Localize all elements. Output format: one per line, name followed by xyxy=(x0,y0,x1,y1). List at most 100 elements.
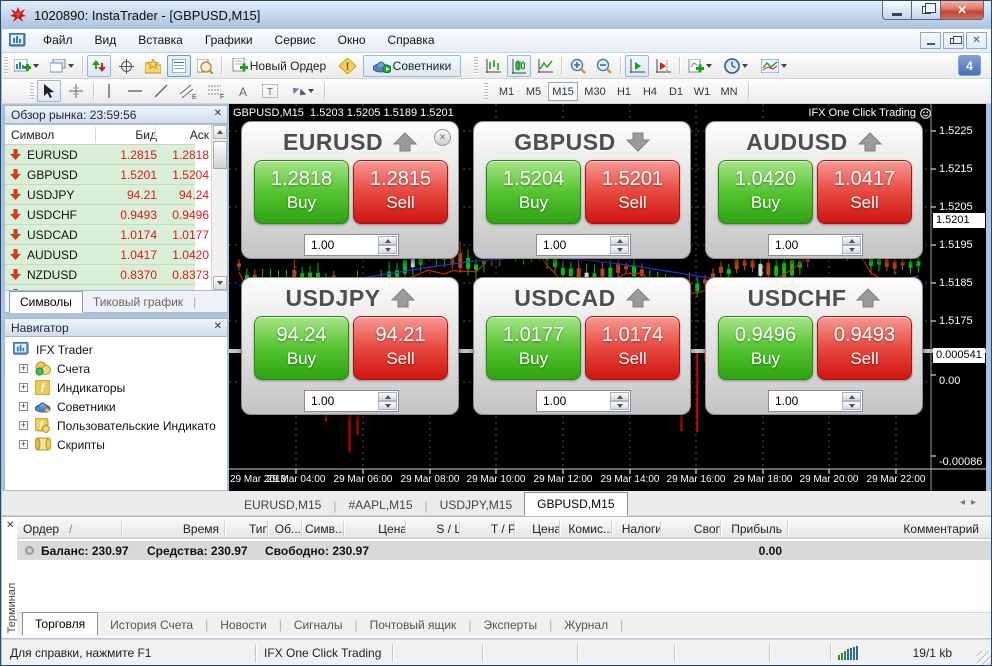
volume-input[interactable] xyxy=(305,391,377,411)
volume-input[interactable] xyxy=(769,391,841,411)
toolbar-grip[interactable] xyxy=(4,57,8,74)
menu-charts[interactable]: Графики xyxy=(194,29,264,53)
periods-button[interactable] xyxy=(720,55,752,77)
col-commission[interactable]: Комис... xyxy=(563,522,613,536)
mdi-restore-button[interactable] xyxy=(943,32,964,49)
cursor-tool-button[interactable] xyxy=(37,80,61,102)
menu-help[interactable]: Справка xyxy=(377,29,446,53)
mdi-minimize-button[interactable] xyxy=(920,32,941,49)
data-window-button[interactable] xyxy=(193,55,217,77)
buy-button[interactable]: 0.9496Buy xyxy=(718,316,813,380)
zoom-out-button[interactable] xyxy=(592,55,616,77)
sell-button[interactable]: 0.9493Sell xyxy=(817,316,912,380)
line-chart-button[interactable] xyxy=(533,55,557,77)
volume-spinner[interactable] xyxy=(536,234,631,256)
minimize-button[interactable] xyxy=(882,1,912,20)
widget-close-icon[interactable]: ✕ xyxy=(434,129,451,146)
timeframe-h4[interactable]: H4 xyxy=(638,82,662,101)
navigator-close-icon[interactable]: ✕ xyxy=(214,322,222,332)
zoom-in-button[interactable] xyxy=(566,55,590,77)
spin-up-icon[interactable] xyxy=(610,236,629,245)
market-watch-row[interactable]: USDCAD 1.0174 1.0177 xyxy=(5,225,195,245)
toolbar-grip[interactable] xyxy=(484,83,488,100)
market-watch-row[interactable]: AUDUSD 1.0417 1.0420 xyxy=(5,245,195,265)
fibonacci-tool-button[interactable]: F xyxy=(204,80,228,102)
market-watch-row[interactable]: NZDUSD 0.8370 0.8373 xyxy=(5,265,195,285)
vertical-line-tool-button[interactable] xyxy=(98,80,120,102)
market-watch-row[interactable]: USDCHF 0.9493 0.9496 xyxy=(5,205,195,225)
spin-down-icon[interactable] xyxy=(610,401,629,410)
volume-input[interactable] xyxy=(537,235,609,255)
chart-tab-usdjpy[interactable]: USDJPY,M15 xyxy=(428,494,524,516)
market-watch-row[interactable]: EURUSD 1.2815 1.2818 xyxy=(5,145,195,165)
volume-spinner[interactable] xyxy=(304,234,399,256)
arrow-objects-button[interactable] xyxy=(286,80,318,102)
col-sl[interactable]: S / L xyxy=(409,522,461,536)
volume-input[interactable] xyxy=(305,235,377,255)
expand-icon[interactable]: + xyxy=(19,383,28,392)
tab-account-history[interactable]: История Счета xyxy=(98,614,205,636)
volume-spinner[interactable] xyxy=(768,390,863,412)
tree-item-scripts[interactable]: + Скрипты xyxy=(5,436,227,455)
tree-item-accounts[interactable]: + Счета xyxy=(5,360,227,379)
volume-spinner[interactable] xyxy=(304,390,399,412)
market-watch-row[interactable]: USDJPY 94.21 94.24 xyxy=(5,185,195,205)
chart-tab-eurusd[interactable]: EURUSD,M15 xyxy=(232,494,333,516)
timeframe-m15[interactable]: M15 xyxy=(548,82,578,101)
menu-file[interactable]: Файл xyxy=(32,29,84,53)
tree-item-custom-indicators[interactable]: + f Пользовательские Индикато xyxy=(5,417,227,436)
spin-up-icon[interactable] xyxy=(378,392,397,401)
market-watch-row[interactable]: GBPUSD 1.5201 1.5204 xyxy=(5,165,195,185)
tab-scroll-arrows[interactable]: ◂▸ xyxy=(960,497,982,508)
buy-button[interactable]: 94.24Buy xyxy=(254,316,349,380)
crosshair-button[interactable] xyxy=(114,55,138,77)
tab-mailbox[interactable]: Почтовый ящик xyxy=(358,614,469,636)
new-chart-button[interactable] xyxy=(10,55,42,77)
buy-button[interactable]: 1.0420Buy xyxy=(718,160,813,224)
market-watch-scrollbar[interactable] xyxy=(211,125,227,290)
expand-icon[interactable]: + xyxy=(19,402,28,411)
col-taxes[interactable]: Налоги xyxy=(615,522,662,536)
bar-chart-button[interactable] xyxy=(481,55,505,77)
chart-tab-aapl[interactable]: #AAPL,M15 xyxy=(336,494,424,516)
col-ask[interactable]: Аск xyxy=(157,128,209,142)
alert-button[interactable]: ! xyxy=(335,55,359,77)
menu-window[interactable]: Окно xyxy=(327,29,377,53)
new-order-button[interactable]: Новый Ордер xyxy=(227,55,331,77)
col-price-open[interactable]: Цена xyxy=(347,522,407,536)
menu-tools[interactable]: Сервис xyxy=(264,29,327,53)
tree-item-indicators[interactable]: + f Индикаторы xyxy=(5,379,227,398)
timeframe-m30[interactable]: M30 xyxy=(580,82,610,101)
timeframe-d1[interactable]: D1 xyxy=(664,82,688,101)
sell-button[interactable]: 94.21Sell xyxy=(353,316,448,380)
volume-input[interactable] xyxy=(537,391,609,411)
candlestick-chart-button[interactable] xyxy=(507,55,531,77)
col-bid[interactable]: Бид xyxy=(101,128,157,142)
terminal-close-icon[interactable]: ✕ xyxy=(6,520,14,531)
sell-button[interactable]: 1.0417Sell xyxy=(817,160,912,224)
balance-row[interactable]: Баланс: 230.97 Средства: 230.97 Свободно… xyxy=(17,541,991,560)
tick-chart-button[interactable] xyxy=(87,55,111,77)
trendline-tool-button[interactable] xyxy=(150,80,172,102)
channel-tool-button[interactable]: E xyxy=(176,80,200,102)
tab-journal[interactable]: Журнал xyxy=(552,614,620,636)
templates-button[interactable] xyxy=(684,55,716,77)
market-watch-close-icon[interactable]: ✕ xyxy=(214,109,222,119)
advisors-button[interactable]: Советники xyxy=(363,55,461,77)
col-price-current[interactable]: Цена xyxy=(518,522,561,536)
tab-tick-chart[interactable]: Тиковый график xyxy=(83,292,193,312)
volume-input[interactable] xyxy=(769,235,841,255)
timeframe-h1[interactable]: H1 xyxy=(612,82,636,101)
expand-icon[interactable]: + xyxy=(19,421,28,430)
buy-button[interactable]: 1.2818Buy xyxy=(254,160,349,224)
tab-trade[interactable]: Торговля xyxy=(22,612,98,636)
timeframe-m1[interactable]: M1 xyxy=(494,82,519,101)
resize-grip[interactable] xyxy=(977,651,992,666)
col-swap[interactable]: Своп xyxy=(664,522,722,536)
close-button[interactable]: ✕ xyxy=(940,1,984,20)
buy-button[interactable]: 1.0177Buy xyxy=(486,316,581,380)
market-watch-button[interactable] xyxy=(167,55,191,77)
indicators-button[interactable] xyxy=(756,55,792,77)
toolbar-grip[interactable] xyxy=(474,57,478,74)
timeframe-w1[interactable]: W1 xyxy=(690,82,714,101)
